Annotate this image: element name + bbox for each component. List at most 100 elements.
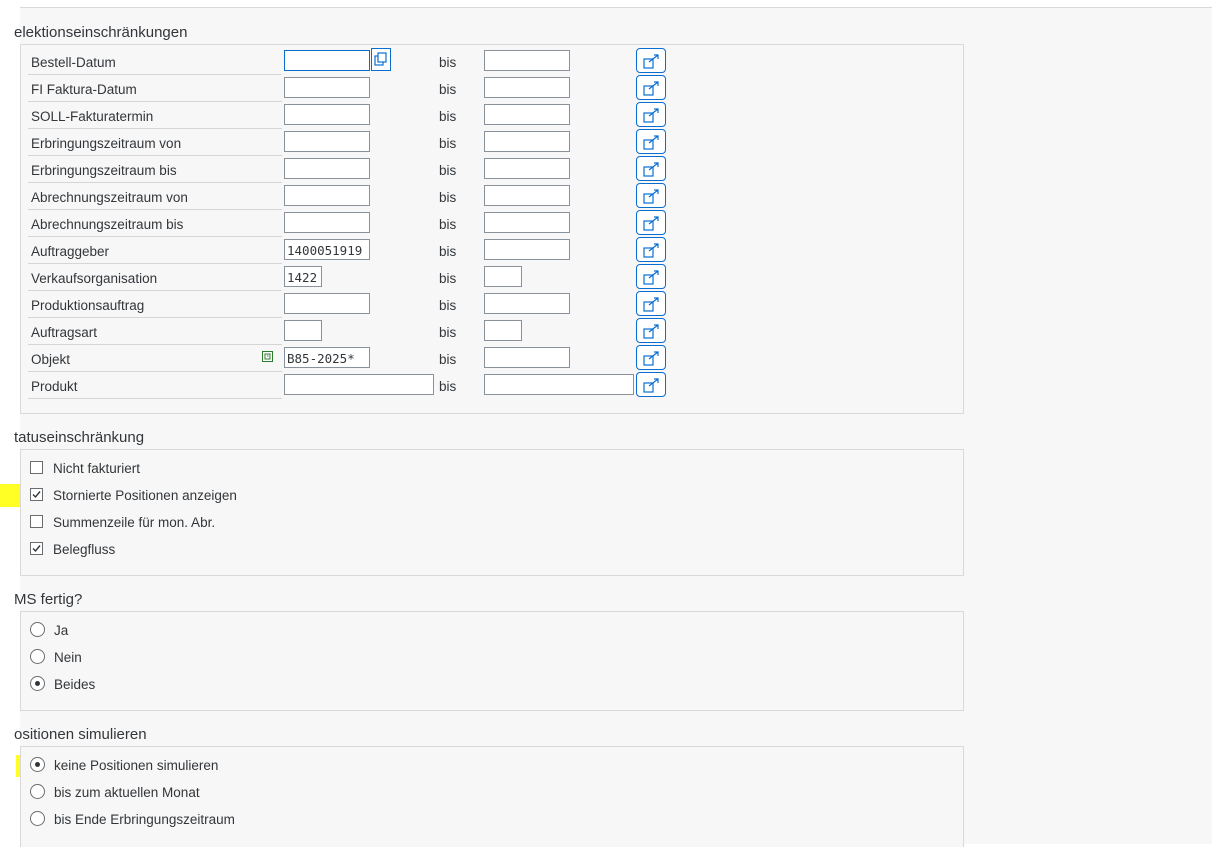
- low-value-input[interactable]: [284, 374, 434, 395]
- checkbox[interactable]: [30, 542, 43, 555]
- field-label: Objekt: [31, 352, 71, 367]
- high-value-input[interactable]: [484, 347, 570, 368]
- bis-label: bis: [439, 298, 457, 313]
- radio-label: Ja: [54, 623, 69, 638]
- multiple-selection-button[interactable]: [636, 129, 666, 154]
- radio-selected-dot: [35, 762, 40, 767]
- bis-label: bis: [439, 325, 457, 340]
- value-help-icon[interactable]: [262, 351, 273, 362]
- multiple-selection-button[interactable]: [636, 102, 666, 127]
- multiple-selection-button[interactable]: [636, 48, 666, 73]
- low-value-input[interactable]: [284, 77, 370, 98]
- bis-label: bis: [439, 217, 457, 232]
- high-value-input[interactable]: [484, 266, 522, 287]
- multiple-selection-button[interactable]: [636, 183, 666, 208]
- selection-row: Abrechnungszeitraum bis bis: [28, 210, 678, 237]
- low-value-input[interactable]: [284, 131, 370, 152]
- field-label: Abrechnungszeitraum bis: [31, 217, 184, 232]
- copy-icon[interactable]: [371, 48, 391, 71]
- selection-row: Produkt bis: [28, 372, 678, 399]
- low-value-input[interactable]: B85-2025*: [284, 347, 370, 368]
- field-label: Erbringungszeitraum bis: [31, 163, 177, 178]
- checkbox-label: Stornierte Positionen anzeigen: [53, 488, 237, 503]
- low-value-input[interactable]: 1422: [284, 266, 322, 287]
- bis-label: bis: [439, 55, 457, 70]
- bis-label: bis: [439, 163, 457, 178]
- low-value-input[interactable]: [284, 185, 370, 206]
- bis-label: bis: [439, 271, 457, 286]
- status-group: [20, 449, 964, 576]
- row-divider: [28, 398, 282, 399]
- multiple-selection-button[interactable]: [636, 318, 666, 343]
- radio-button[interactable]: [30, 784, 45, 799]
- bis-label: bis: [439, 244, 457, 259]
- multiple-selection-button[interactable]: [636, 210, 666, 235]
- field-label: Bestell-Datum: [31, 55, 116, 70]
- high-value-input[interactable]: [484, 50, 570, 71]
- bis-label: bis: [439, 352, 457, 367]
- low-value-input[interactable]: [284, 320, 322, 341]
- radio-button[interactable]: [30, 757, 45, 772]
- radio-button[interactable]: [30, 676, 45, 691]
- field-label: Verkaufsorganisation: [31, 271, 158, 286]
- low-value-input[interactable]: 1400051919: [284, 239, 370, 260]
- top-divider: [20, 7, 1212, 8]
- high-value-input[interactable]: [484, 77, 570, 98]
- selection-row: Abrechnungszeitraum von bis: [28, 183, 678, 210]
- field-label: Auftragsart: [31, 325, 98, 340]
- selection-row: Erbringungszeitraum von bis: [28, 129, 678, 156]
- field-label: Produkt: [31, 379, 78, 394]
- field-label: Produktionsauftrag: [31, 298, 145, 313]
- bis-label: bis: [439, 136, 457, 151]
- ims-section-title: MS fertig?: [14, 591, 83, 608]
- checkbox[interactable]: [30, 488, 43, 501]
- ims-group: [20, 611, 964, 711]
- high-value-input[interactable]: [484, 185, 570, 206]
- multiple-selection-button[interactable]: [636, 345, 666, 370]
- high-value-input[interactable]: [484, 158, 570, 179]
- high-value-input[interactable]: [484, 131, 570, 152]
- low-value-input[interactable]: [284, 50, 370, 71]
- high-value-input[interactable]: [484, 374, 634, 395]
- selection-row: Produktionsauftrag bis: [28, 291, 678, 318]
- field-label: Abrechnungszeitraum von: [31, 190, 188, 205]
- low-value-input[interactable]: [284, 212, 370, 233]
- positions-section-title: ositionen simulieren: [14, 726, 147, 743]
- bis-label: bis: [439, 82, 457, 97]
- high-value-input[interactable]: [484, 212, 570, 233]
- multiple-selection-button[interactable]: [636, 75, 666, 100]
- multiple-selection-button[interactable]: [636, 291, 666, 316]
- bis-label: bis: [439, 379, 457, 394]
- status-section-title: tatuseinschränkung: [14, 429, 145, 446]
- low-value-input[interactable]: [284, 293, 370, 314]
- radio-button[interactable]: [30, 811, 45, 826]
- checkbox-label: Belegfluss: [53, 542, 116, 557]
- high-value-input[interactable]: [484, 293, 570, 314]
- low-value-input[interactable]: [284, 158, 370, 179]
- low-value-input[interactable]: [284, 104, 370, 125]
- radio-label: bis Ende Erbringungszeitraum: [54, 812, 235, 827]
- radio-selected-dot: [35, 681, 40, 686]
- bis-label: bis: [439, 109, 457, 124]
- multiple-selection-button[interactable]: [636, 156, 666, 181]
- selection-row: Bestell-Datum bis: [28, 48, 678, 75]
- radio-label: Beides: [54, 677, 96, 692]
- checkbox[interactable]: [30, 515, 43, 528]
- radio-label: keine Positionen simulieren: [54, 758, 219, 773]
- checkbox[interactable]: [30, 461, 43, 474]
- selection-row: SOLL-Fakturatermin bis: [28, 102, 678, 129]
- multiple-selection-button[interactable]: [636, 264, 666, 289]
- multiple-selection-button[interactable]: [636, 237, 666, 262]
- radio-button[interactable]: [30, 649, 45, 664]
- radio-label: Nein: [54, 650, 82, 665]
- multiple-selection-button[interactable]: [636, 372, 666, 397]
- checkbox-label: Summenzeile für mon. Abr.: [53, 515, 216, 530]
- high-value-input[interactable]: [484, 239, 570, 260]
- high-value-input[interactable]: [484, 104, 570, 125]
- selection-row: FI Faktura-Datum bis: [28, 75, 678, 102]
- high-value-input[interactable]: [484, 320, 522, 341]
- selection-row: Auftragsart bis: [28, 318, 678, 345]
- field-label: SOLL-Fakturatermin: [31, 109, 154, 124]
- radio-button[interactable]: [30, 622, 45, 637]
- checkbox-label: Nicht fakturiert: [53, 461, 141, 476]
